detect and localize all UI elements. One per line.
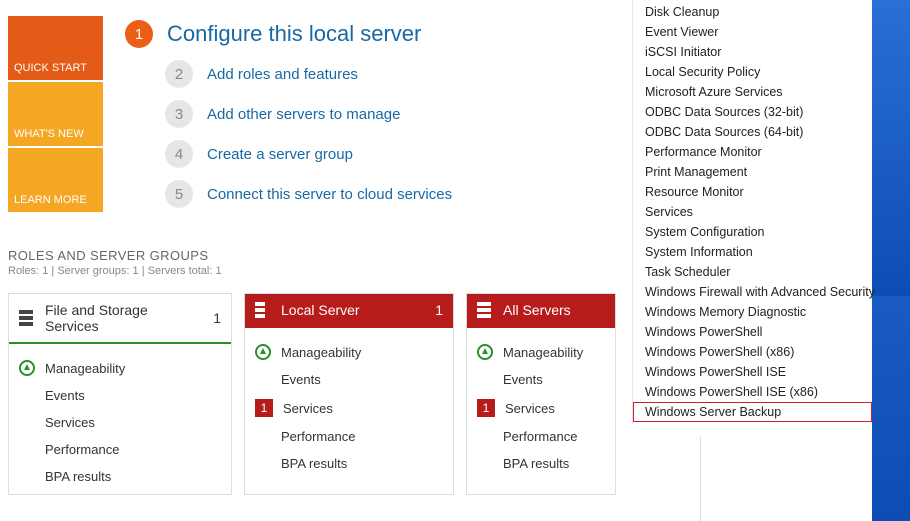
alert-badge: 1 [255,399,273,417]
group-all-servers[interactable]: All Servers Manageability Events 1 Servi… [466,293,616,495]
group-item-events[interactable]: Events [255,366,443,393]
group-header[interactable]: File and Storage Services 1 [9,294,231,344]
group-item-label: Services [505,401,555,416]
tile-whats-new[interactable]: WHAT'S NEW [8,82,103,146]
server-manager-dashboard: QUICK START WHAT'S NEW LEARN MORE 1 Conf… [0,0,630,521]
group-item-label: BPA results [45,469,111,484]
group-title: All Servers [503,302,605,318]
group-title: Local Server [281,302,425,318]
group-item-bpa[interactable]: BPA results [19,463,221,490]
group-item-performance[interactable]: Performance [255,423,443,450]
status-ok-icon [255,344,271,360]
group-item-label: Manageability [281,345,361,360]
group-item-bpa[interactable]: BPA results [255,450,443,477]
tools-menu-item[interactable]: Services [633,202,872,222]
tools-menu-item[interactable]: Windows PowerShell [633,322,872,342]
group-count: 1 [213,310,221,326]
tools-menu-item[interactable]: Performance Monitor [633,142,872,162]
step-link: Create a server group [207,146,353,163]
tools-menu-item[interactable]: System Configuration [633,222,872,242]
step-link: Add other servers to manage [207,106,400,123]
group-item-manageability[interactable]: Manageability [255,338,443,366]
group-item-label: Events [45,388,85,403]
servers-icon [477,302,493,318]
quick-start-steps: 1 Configure this local server 2 Add role… [125,16,622,220]
storage-icon [19,310,35,326]
group-item-label: Manageability [503,345,583,360]
tools-menu-item[interactable]: ODBC Data Sources (32-bit) [633,102,872,122]
section-title-roles: ROLES AND SERVER GROUPS [8,248,622,263]
group-item-label: BPA results [281,456,347,471]
group-local-server[interactable]: Local Server 1 Manageability Events 1 Se… [244,293,454,495]
vertical-divider [700,436,701,521]
step-link: Add roles and features [207,66,358,83]
step-link: Configure this local server [167,21,421,47]
group-header[interactable]: All Servers [467,294,615,328]
tools-dropdown-menu: Disk CleanupEvent VieweriSCSI InitiatorL… [632,0,872,424]
group-item-label: Manageability [45,361,125,376]
tools-menu-item[interactable]: Disk Cleanup [633,2,872,22]
server-icon [255,302,271,318]
tools-menu-item[interactable]: Microsoft Azure Services [633,82,872,102]
group-header[interactable]: Local Server 1 [245,294,453,328]
step-number: 4 [165,140,193,168]
step-add-other-servers[interactable]: 3 Add other servers to manage [165,100,622,128]
group-item-label: Performance [45,442,119,457]
step-number: 2 [165,60,193,88]
tools-menu-item[interactable]: Windows PowerShell ISE [633,362,872,382]
tools-menu-item[interactable]: Windows Memory Diagnostic [633,302,872,322]
server-groups-row: File and Storage Services 1 Manageabilit… [8,293,622,495]
tools-menu-item[interactable]: Event Viewer [633,22,872,42]
group-item-label: Services [283,401,333,416]
section-subtitle-roles: Roles: 1 | Server groups: 1 | Servers to… [8,265,622,277]
step-configure-local-server[interactable]: 1 Configure this local server [125,20,622,48]
tile-label: WHAT'S NEW [14,128,84,140]
status-ok-icon [477,344,493,360]
group-item-services[interactable]: Services [19,409,221,436]
group-item-performance[interactable]: Performance [19,436,221,463]
group-item-label: Events [503,372,543,387]
group-item-bpa[interactable]: BPA results [477,450,605,477]
tools-menu-item[interactable]: Windows PowerShell (x86) [633,342,872,362]
step-connect-cloud[interactable]: 5 Connect this server to cloud services [165,180,622,208]
step-number: 3 [165,100,193,128]
tile-quick-start[interactable]: QUICK START [8,16,103,80]
step-add-roles[interactable]: 2 Add roles and features [165,60,622,88]
group-item-label: Services [45,415,95,430]
tile-label: QUICK START [14,62,87,74]
tools-menu-item[interactable]: iSCSI Initiator [633,42,872,62]
group-file-storage[interactable]: File and Storage Services 1 Manageabilit… [8,293,232,495]
step-link: Connect this server to cloud services [207,186,452,203]
step-create-server-group[interactable]: 4 Create a server group [165,140,622,168]
status-ok-icon [19,360,35,376]
group-item-performance[interactable]: Performance [477,423,605,450]
tile-learn-more[interactable]: LEARN MORE [8,148,103,212]
group-item-events[interactable]: Events [19,382,221,409]
group-item-manageability[interactable]: Manageability [19,354,221,382]
group-item-label: Events [281,372,321,387]
tools-menu-item[interactable]: ODBC Data Sources (64-bit) [633,122,872,142]
group-title: File and Storage Services [45,302,203,334]
tools-menu-item[interactable]: Windows Server Backup [633,402,872,422]
group-item-events[interactable]: Events [477,366,605,393]
tile-label: LEARN MORE [14,194,87,206]
step-number: 1 [125,20,153,48]
tools-menu-item[interactable]: Local Security Policy [633,62,872,82]
tools-menu-item[interactable]: Windows Firewall with Advanced Security [633,282,872,302]
group-item-manageability[interactable]: Manageability [477,338,605,366]
alert-badge: 1 [477,399,495,417]
group-item-services[interactable]: 1 Services [477,393,605,423]
group-item-label: Performance [503,429,577,444]
group-item-label: Performance [281,429,355,444]
step-number: 5 [165,180,193,208]
tools-menu-item[interactable]: System Information [633,242,872,262]
desktop-background-sliver [872,0,910,521]
tools-menu-item[interactable]: Resource Monitor [633,182,872,202]
tools-menu-item[interactable]: Print Management [633,162,872,182]
group-count: 1 [435,302,443,318]
tools-menu-item[interactable]: Task Scheduler [633,262,872,282]
tools-menu-item[interactable]: Windows PowerShell ISE (x86) [633,382,872,402]
group-item-services[interactable]: 1 Services [255,393,443,423]
group-item-label: BPA results [503,456,569,471]
